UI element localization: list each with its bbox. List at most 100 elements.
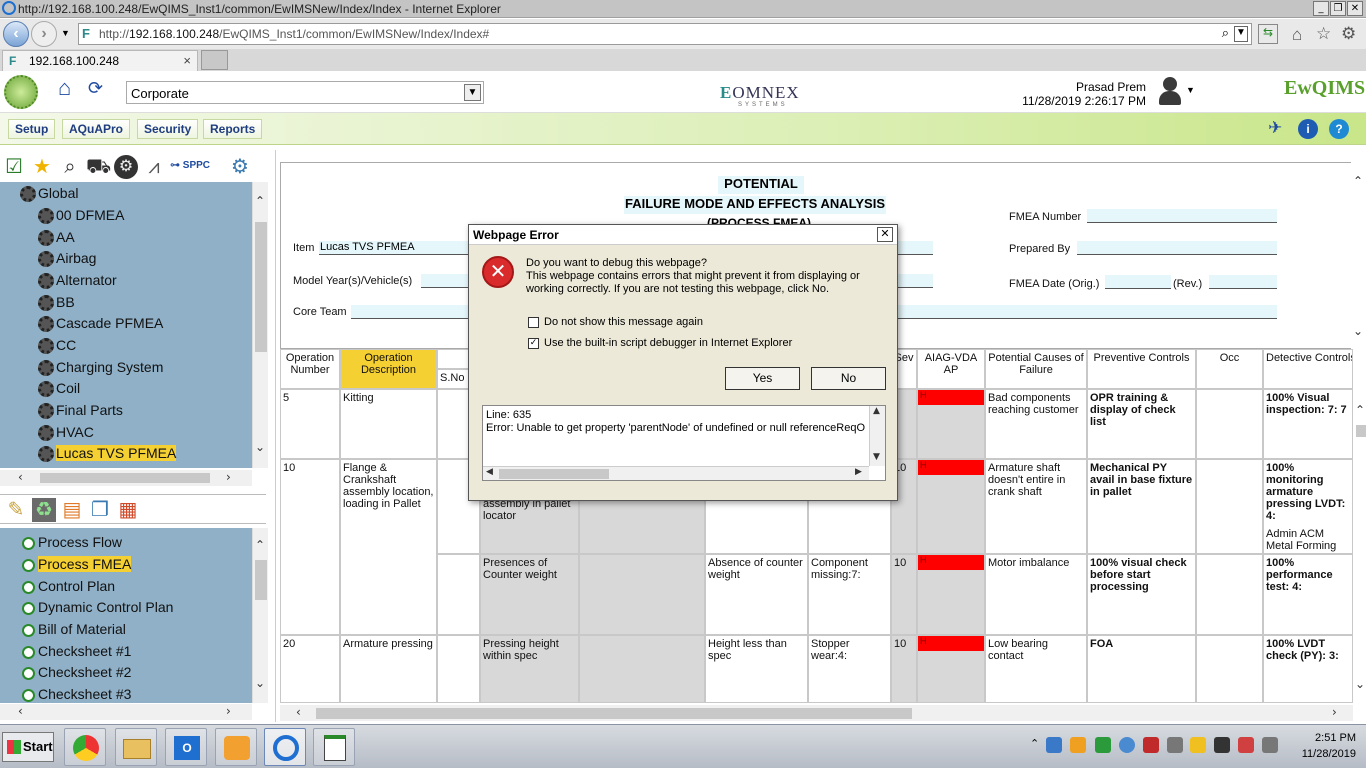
cell-detective[interactable]: 100% performance test: 4: — [1263, 554, 1353, 635]
notepad-taskbar-icon[interactable] — [313, 728, 355, 766]
tree-item[interactable]: Coil — [38, 380, 80, 400]
chart-icon[interactable]: ⩘ — [142, 155, 166, 179]
cell-ap[interactable]: H — [917, 635, 985, 703]
rev-field[interactable] — [1209, 275, 1277, 289]
cell-ap[interactable]: H — [917, 389, 985, 459]
cell-sno[interactable] — [437, 554, 480, 635]
folder-icon[interactable]: ✎ — [4, 498, 28, 522]
app-menu-icon[interactable] — [4, 75, 38, 109]
search-tool-icon[interactable]: ⌕ — [58, 155, 82, 179]
browser-tab[interactable]: F 192.168.100.248 × — [2, 50, 198, 71]
document-icon[interactable]: ▤ — [60, 498, 84, 522]
cell-mode[interactable]: Height less than spec — [705, 635, 808, 703]
cell-effect[interactable]: Stopper wear:4: — [808, 635, 891, 703]
display-tray-icon[interactable] — [1167, 737, 1183, 753]
cell-desc[interactable]: Armature pressing — [340, 635, 437, 703]
file-explorer-taskbar-icon[interactable] — [115, 728, 157, 766]
tree-item[interactable]: CC — [38, 337, 76, 357]
back-icon[interactable]: ‹ — [3, 21, 29, 47]
scroll-thumb[interactable] — [255, 560, 267, 600]
close-window-button[interactable]: ✕ — [1347, 1, 1363, 16]
info-icon[interactable]: i — [1298, 119, 1318, 139]
fmea-date-field[interactable] — [1105, 275, 1171, 289]
history-dropdown-icon[interactable]: ▼ — [61, 28, 70, 38]
tree-item[interactable]: 00 DFMEA — [38, 207, 124, 227]
cell-occ[interactable] — [1196, 635, 1263, 703]
cart-icon[interactable]: ⛟ — [86, 155, 111, 179]
update-tray-icon[interactable] — [1119, 737, 1135, 753]
process-vertical-scrollbar[interactable]: ⌃ ⌄ — [252, 528, 268, 703]
cell-occ[interactable] — [1196, 389, 1263, 459]
tree-item[interactable]: Final Parts — [38, 402, 123, 422]
cell-desc[interactable]: Flange & Crankshaft assembly location, l… — [340, 459, 437, 635]
tree-root-global[interactable]: Global — [20, 185, 78, 205]
tree-item[interactable]: HVAC — [38, 424, 94, 444]
cell-op[interactable]: 10 — [280, 459, 340, 635]
cell-sev[interactable]: 10 — [891, 554, 917, 635]
cell-ap[interactable]: H — [917, 554, 985, 635]
favorites-star-icon[interactable]: ☆ — [1316, 24, 1331, 44]
fmea-number-field[interactable] — [1087, 209, 1277, 223]
tree-item[interactable]: BB — [38, 294, 75, 314]
cell-preventive[interactable]: 100% visual check before start processin… — [1087, 554, 1196, 635]
network-icon[interactable]: ⚙ — [228, 155, 252, 179]
tree-item[interactable]: AA — [38, 229, 75, 249]
form-vertical-scrollbar[interactable]: ⌃ ⌄ — [1351, 162, 1366, 349]
cell-detective[interactable]: 100% Visual inspection: 7: 7 — [1263, 389, 1353, 459]
error-vertical-scrollbar[interactable]: ▲ ▼ — [869, 406, 885, 466]
scroll-thumb[interactable] — [316, 708, 912, 719]
cell-op[interactable]: 5 — [280, 389, 340, 459]
tools-gear-icon[interactable]: ⚙ — [1341, 24, 1356, 44]
favorites-icon[interactable]: ★ — [30, 155, 54, 179]
url-input[interactable]: F http://192.168.100.248/EwQIMS_Inst1/co… — [78, 23, 1252, 45]
show-hidden-icons[interactable]: ⌃ — [1030, 737, 1039, 750]
checklist-icon[interactable]: ☑ — [2, 155, 26, 179]
cell-desc[interactable]: Kitting — [340, 389, 437, 459]
scroll-thumb[interactable] — [40, 473, 210, 483]
outlook-tray-icon[interactable] — [1070, 737, 1086, 753]
do-not-show-checkbox[interactable] — [528, 317, 539, 328]
process-horizontal-scrollbar[interactable]: ‹ › — [0, 704, 252, 720]
menu-setup[interactable]: Setup — [8, 119, 56, 139]
settings-gear-icon[interactable]: ⚙ — [114, 155, 138, 179]
error-horizontal-scrollbar[interactable]: ◀ ▶ — [483, 466, 869, 480]
cell-cause[interactable]: Low bearing contact — [985, 635, 1087, 703]
tree-item-selected[interactable]: Lucas TVS PFMEA — [38, 445, 177, 465]
chrome-taskbar-icon[interactable] — [64, 728, 106, 766]
calendar-app-taskbar-icon[interactable] — [215, 728, 257, 766]
cell-ap[interactable]: H — [917, 459, 985, 554]
process-item[interactable]: Checksheet #2 — [22, 664, 131, 684]
cell-op[interactable]: 20 — [280, 635, 340, 703]
process-item[interactable]: Checksheet #1 — [22, 643, 131, 663]
user-menu-chevron-icon[interactable]: ▼ — [1186, 85, 1195, 95]
pin-icon[interactable]: ✈ — [1268, 118, 1282, 138]
process-item[interactable]: Checksheet #3 — [22, 686, 131, 703]
network-tray-icon[interactable] — [1046, 737, 1062, 753]
compat-view-icon[interactable]: ⇆ — [1258, 24, 1278, 44]
cell-occ[interactable] — [1196, 459, 1263, 554]
url-dropdown-icon[interactable]: ▼ — [1234, 26, 1248, 42]
cell-effect[interactable]: Component missing:7: — [808, 554, 891, 635]
no-button[interactable]: No — [811, 367, 886, 390]
process-cycle-icon[interactable]: ♻ — [32, 498, 56, 522]
new-tab-button[interactable] — [201, 50, 228, 70]
scroll-thumb[interactable] — [1356, 425, 1366, 437]
cell-blank[interactable] — [579, 554, 705, 635]
error-details-box[interactable]: Line: 635 Error: Unable to get property … — [482, 405, 886, 481]
scroll-thumb[interactable] — [499, 469, 609, 479]
cell-blank[interactable] — [579, 635, 705, 703]
cell-cause[interactable]: Armature shaft doesn't entire in crank s… — [985, 459, 1087, 554]
close-icon[interactable]: ✕ — [877, 227, 893, 242]
monitor-tray-icon[interactable] — [1214, 737, 1230, 753]
internet-explorer-taskbar-icon[interactable] — [264, 728, 306, 766]
cell-sev[interactable]: 10 — [891, 635, 917, 703]
table-vertical-scrollbar[interactable]: ⌃ ⌄ — [1353, 389, 1366, 703]
cell-cause[interactable]: Motor imbalance — [985, 554, 1087, 635]
copy-icon[interactable]: ❐ — [88, 498, 112, 522]
home-app-icon[interactable]: ⌂ — [58, 77, 82, 101]
chevron-down-icon[interactable]: ▼ — [464, 84, 481, 101]
cell-mode[interactable]: Absence of counter weight — [705, 554, 808, 635]
restore-button[interactable]: ❐ — [1330, 1, 1346, 16]
process-item[interactable]: Dynamic Control Plan — [22, 599, 173, 619]
scroll-thumb[interactable] — [255, 222, 267, 352]
